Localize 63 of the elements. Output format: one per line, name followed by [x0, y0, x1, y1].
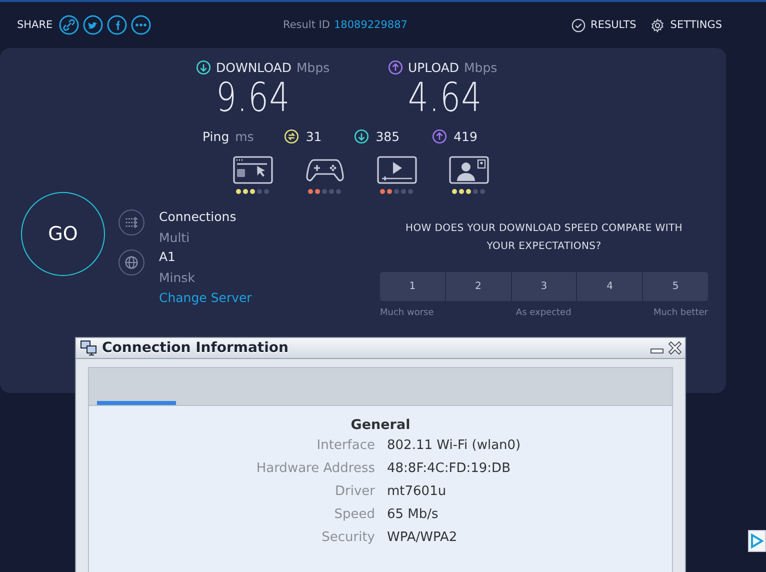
rating-option[interactable]: 5 — [643, 272, 708, 301]
ping-label: Ping — [202, 129, 230, 144]
property-label: Speed — [333, 506, 375, 524]
browser-cursor-icon — [232, 156, 272, 184]
nav-link[interactable]: SETTINGS — [670, 19, 722, 31]
bird-icon[interactable] — [82, 15, 103, 35]
property-value: mt7601u — [387, 483, 448, 501]
close-icon[interactable] — [668, 341, 682, 355]
settings-icon — [650, 18, 666, 32]
f-logo-icon[interactable] — [106, 15, 127, 35]
rating-option[interactable]: 2 — [446, 272, 511, 301]
speed-label: UPLOAD — [408, 60, 460, 75]
check-circle-icon — [570, 18, 586, 32]
connections-icon — [118, 209, 145, 236]
survey-question: HOW DOES YOUR DOWNLOAD SPEED COMPARE WITH YOUR EXPECTATIONS? — [404, 222, 684, 254]
change-server-link[interactable]: Change Server — [159, 290, 252, 305]
property-value: WPA/WPA2 — [387, 529, 458, 547]
link-icon[interactable] — [58, 15, 79, 35]
video-call-icon — [448, 156, 488, 184]
gamepad-icon — [304, 156, 344, 184]
ping-value: 31 — [306, 129, 322, 144]
rating-option[interactable]: 4 — [577, 272, 642, 301]
share-label: SHARE — [17, 19, 53, 31]
server-location: Minsk — [159, 270, 196, 285]
property-value: 802.11 Wi-Fi (wlan0) — [387, 437, 522, 455]
go-button[interactable]: GO — [21, 192, 105, 276]
arrow-circle-icon — [196, 60, 211, 75]
property-label: Hardware Address — [255, 460, 375, 478]
server-name: A1 — [159, 249, 177, 264]
nav-link[interactable]: RESULTS — [590, 19, 636, 31]
property-value: 48:8F:4C:FD:19:DB — [387, 460, 512, 478]
scale-label: Much worse — [380, 308, 434, 318]
arrow-circle-icon — [432, 129, 447, 144]
jitter-icon — [284, 129, 299, 144]
speed-unit: Mbps — [296, 60, 330, 75]
ping-value: 385 — [376, 129, 400, 144]
play-triangle-icon[interactable] — [748, 530, 766, 552]
network-computers-icon — [80, 340, 98, 356]
speed-label: DOWNLOAD — [216, 60, 292, 75]
arrow-circle-icon — [388, 60, 403, 75]
ping-value: 419 — [454, 129, 478, 144]
globe-icon — [118, 249, 145, 276]
rating-option[interactable]: 3 — [512, 272, 576, 301]
arrow-circle-icon — [354, 129, 369, 144]
scale-label: Much better — [653, 308, 708, 318]
video-player-icon — [376, 156, 416, 184]
dialog-title: Connection Information — [102, 340, 290, 356]
property-label: Security — [320, 529, 375, 547]
property-label: Interface — [316, 437, 375, 455]
speed-unit: Mbps — [464, 60, 498, 75]
result-id-link[interactable]: 18089229887 — [334, 19, 408, 31]
scale-label: As expected — [516, 308, 572, 318]
connections-label: Connections — [159, 209, 236, 224]
rating-option[interactable]: 1 — [380, 272, 445, 301]
speed-value: 9.64 — [216, 75, 290, 121]
property-value: 65 Mb/s — [387, 506, 440, 524]
speed-value: 4.64 — [408, 75, 482, 121]
connections-value: Multi — [159, 230, 191, 245]
property-label: Driver — [334, 483, 375, 501]
more-icon[interactable] — [130, 15, 151, 35]
ping-unit: ms — [235, 129, 254, 144]
result-id-label: Result ID — [283, 19, 330, 31]
section-heading: General — [350, 417, 410, 433]
